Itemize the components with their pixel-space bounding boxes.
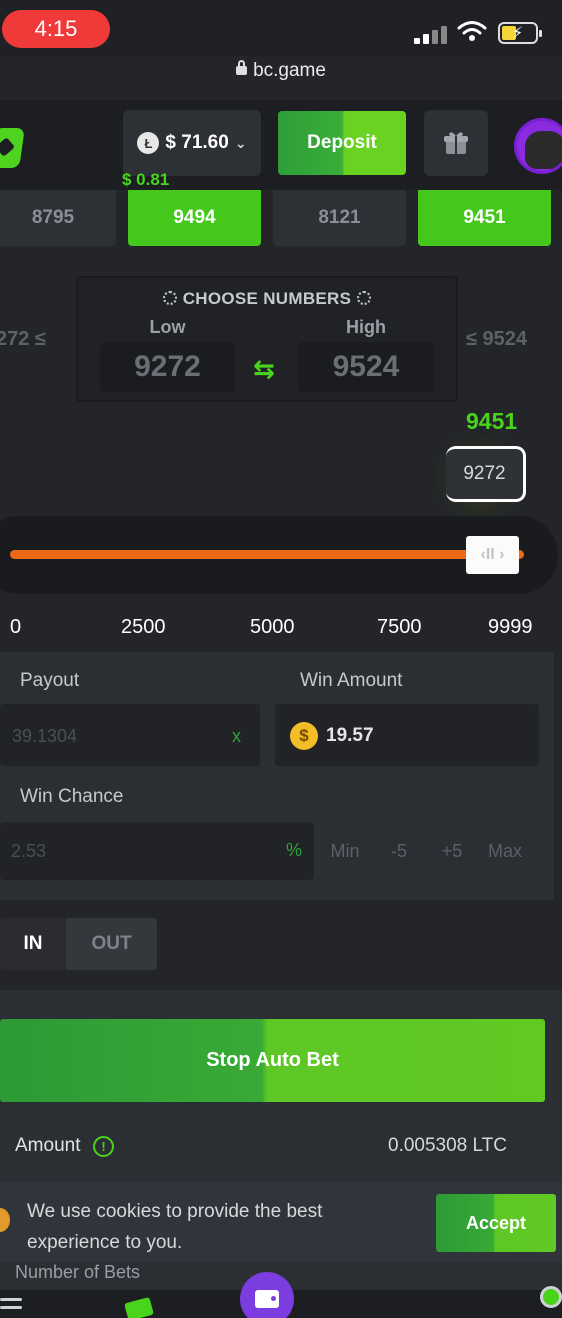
plus-five-button[interactable]: +5	[426, 824, 478, 878]
menu-icon[interactable]	[0, 1298, 22, 1314]
slider-handle[interactable]: ‹II ›	[466, 536, 519, 574]
payout-label: Payout	[20, 670, 80, 691]
amount-value: 0.005308 LTC	[388, 1135, 508, 1156]
chat-icon[interactable]	[540, 1286, 562, 1308]
range-right-bound: ≤ 9524	[466, 328, 528, 350]
balance-selector[interactable]: Ł $ 71.60 ⌄	[123, 110, 261, 176]
url-bar[interactable]: bc.game	[0, 60, 562, 82]
slider-tick: 5000	[250, 616, 295, 638]
cookie-text: We use cookies to provide the best exper…	[27, 1201, 323, 1253]
choose-numbers-title: CHOOSE NUMBERS	[76, 289, 458, 309]
wifi-icon	[457, 21, 487, 41]
wallet-icon	[255, 1290, 279, 1308]
clock: 4:15	[2, 10, 110, 48]
amount-label: Amount	[15, 1135, 81, 1156]
battery-icon: ⚡	[498, 22, 542, 44]
win-chance-value: 2.53	[11, 841, 47, 861]
deposit-button[interactable]: Deposit	[278, 111, 406, 175]
win-amount-value: 19.57	[326, 725, 374, 746]
chevron-down-icon: ⌄	[234, 134, 247, 151]
win-chance-suffix: %	[286, 840, 303, 860]
low-input[interactable]: 9272	[100, 342, 235, 392]
ball-icon	[357, 291, 372, 305]
win-chance-label: Win Chance	[20, 786, 124, 807]
recent-result: 8121	[273, 190, 406, 246]
balance-delta: $ 0.81	[122, 170, 170, 189]
minus-five-button[interactable]: -5	[373, 824, 425, 878]
info-icon[interactable]: !	[93, 1136, 114, 1157]
lock-icon	[236, 60, 248, 75]
wallet-button[interactable]	[240, 1272, 294, 1318]
ball-icon	[162, 291, 177, 305]
recent-result: 9451	[418, 190, 551, 246]
slider-tick: 0	[10, 616, 22, 638]
tab-out[interactable]: OUT	[66, 918, 157, 970]
stop-auto-bet-button[interactable]: Stop Auto Bet	[0, 1019, 545, 1102]
balance-amount: $ 71.60	[165, 132, 229, 153]
payout-value: 39.1304	[12, 726, 78, 746]
slider-bar[interactable]	[10, 550, 524, 559]
coin-icon: $	[290, 722, 318, 750]
swap-icon[interactable]: ⇆	[253, 354, 275, 385]
slider-tick: 9999	[488, 616, 533, 638]
high-label: High	[346, 317, 386, 337]
accept-cookies-button[interactable]: Accept	[436, 1194, 556, 1252]
recent-result: 8795	[0, 190, 116, 246]
slider-tick: 7500	[377, 616, 422, 638]
win-chance-field[interactable]	[0, 822, 314, 880]
gift-button[interactable]	[424, 110, 488, 176]
recent-result: 9494	[128, 190, 261, 246]
url-text: bc.game	[253, 60, 326, 81]
result-cube: 9272	[446, 446, 526, 502]
payout-suffix: x	[232, 726, 241, 746]
signal-icon	[414, 24, 448, 44]
tab-in[interactable]: IN	[0, 918, 66, 970]
win-amount-label: Win Amount	[300, 670, 403, 691]
high-input[interactable]: 9524	[298, 342, 434, 392]
avatar[interactable]	[514, 118, 562, 174]
gift-icon	[444, 132, 468, 154]
number-of-bets-label: Number of Bets	[15, 1262, 141, 1282]
slider-tick: 2500	[121, 616, 166, 638]
ltc-icon: Ł	[137, 132, 160, 154]
min-button[interactable]: Min	[319, 824, 371, 878]
low-label: Low	[149, 317, 186, 337]
range-left-bound: 272 ≤	[0, 328, 46, 350]
max-button[interactable]: Max	[479, 824, 531, 878]
